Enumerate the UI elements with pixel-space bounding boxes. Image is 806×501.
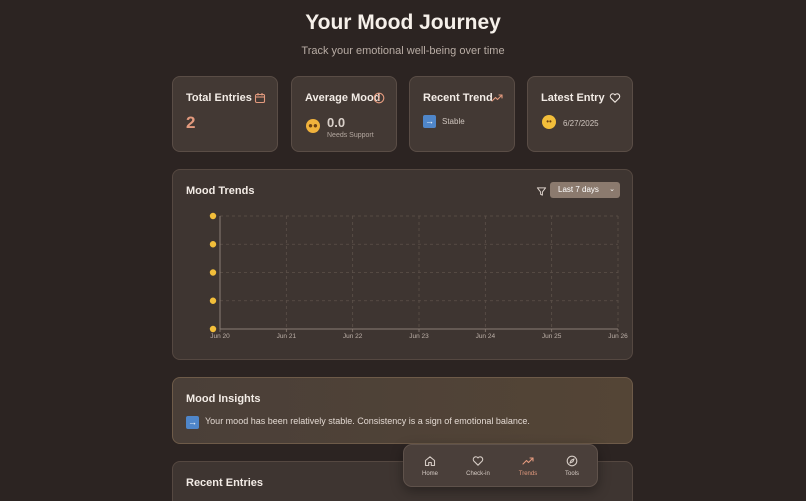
x-tick-label: Jun 20 (210, 333, 230, 340)
bottom-nav: Home Check-in Trends Tools (403, 444, 598, 487)
heart-icon (608, 91, 621, 104)
nav-label-tools: Tools (564, 471, 579, 477)
total-entries-title: Total Entries (186, 92, 252, 104)
heart-icon (472, 456, 484, 466)
latest-entry-card: Latest Entry •• 6/27/2025 (527, 76, 633, 152)
compass-icon (566, 455, 578, 467)
x-tick-label: Jun 22 (343, 333, 363, 340)
right-arrow-emoji-icon: → (186, 416, 199, 429)
nav-label-check-in: Check-in (466, 471, 490, 477)
total-entries-value: 2 (186, 113, 196, 132)
total-entries-card: Total Entries 2 (172, 76, 278, 152)
smile-emoji-icon: •• (542, 115, 556, 129)
y-tick-emoji-icon (209, 212, 217, 220)
calendar-icon (253, 91, 266, 104)
page-title: Your Mood Journey (305, 11, 501, 34)
y-tick-emoji-icon (209, 269, 217, 276)
nav-label-home: Home (421, 471, 438, 477)
mood-insights-panel: Mood Insights → Your mood has been relat… (172, 377, 633, 444)
info-icon[interactable] (372, 91, 385, 104)
recent-trend-title: Recent Trend (423, 92, 493, 104)
chart-grid (219, 215, 619, 330)
recent-trend-value: Stable (442, 117, 465, 126)
recent-entries-title: Recent Entries (186, 477, 264, 489)
x-tick-label: Jun 24 (476, 333, 496, 340)
average-mood-status: Needs Support (327, 132, 374, 139)
nav-item-tools[interactable]: Tools (552, 452, 592, 482)
mood-trends-chart: Jun 20 Jun 21 Jun 22 Jun 23 Jun 24 Jun 25 Jun … (209, 212, 628, 340)
average-mood-title: Average Mood (305, 92, 381, 104)
average-mood-value: 0.0 (327, 115, 346, 130)
nav-item-check-in[interactable]: Check-in (458, 452, 498, 482)
chart-x-ticks: Jun 20 Jun 21 Jun 22 Jun 23 Jun 24 Jun 25 Jun … (210, 329, 628, 340)
average-mood-card: Average Mood ●● 0.0 Needs Support (291, 76, 397, 152)
trending-up-icon (490, 91, 503, 104)
x-tick-label: Jun 25 (542, 333, 562, 340)
latest-entry-date: 6/27/2025 (563, 119, 599, 128)
y-tick-emoji-icon (209, 241, 217, 248)
mood-insights-title: Mood Insights (186, 393, 261, 405)
y-tick-emoji-icon (209, 325, 217, 333)
recent-trend-card: Recent Trend → Stable (409, 76, 515, 152)
angry-emoji-icon: ●● (306, 119, 320, 133)
latest-entry-title: Latest Entry (541, 92, 605, 104)
mood-trends-panel: Mood Trends Last 7 days ⌄ Jun 20 Jun 21 Ju… (172, 169, 633, 360)
page-subtitle: Track your emotional well-being over tim… (301, 45, 505, 57)
y-tick-emoji-icon (209, 297, 217, 304)
mood-insight-text: Your mood has been relatively stable. Co… (205, 416, 530, 426)
x-tick-label: Jun 23 (409, 333, 429, 340)
right-arrow-emoji-icon: → (423, 115, 436, 128)
nav-item-trends[interactable]: Trends (508, 452, 548, 482)
home-icon (424, 456, 436, 467)
x-tick-label: Jun 26 (608, 333, 628, 340)
nav-label-trends: Trends (518, 471, 538, 477)
x-tick-label: Jun 21 (277, 333, 297, 340)
chart-y-ticks (209, 212, 217, 333)
nav-item-home[interactable]: Home (410, 452, 450, 482)
trending-up-icon (522, 457, 534, 465)
